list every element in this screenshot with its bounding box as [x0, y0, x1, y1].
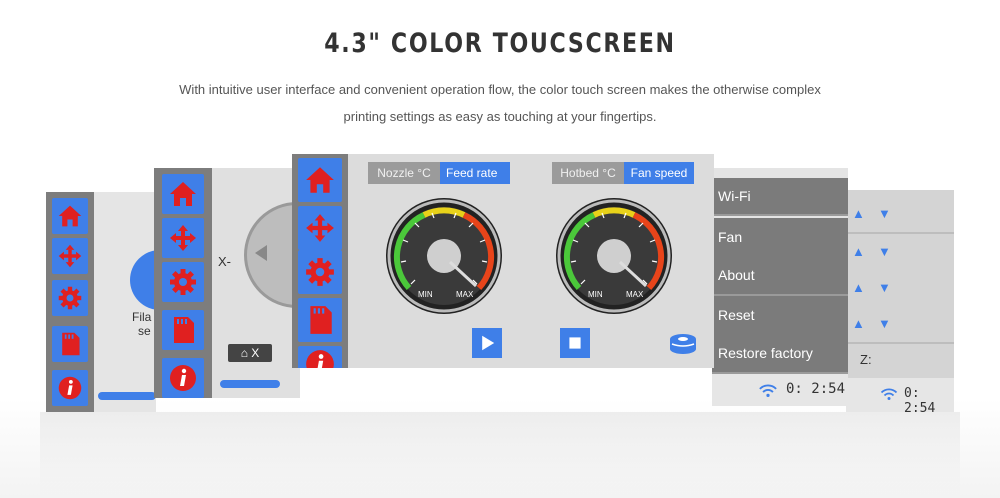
- gauge-dial: [384, 196, 504, 316]
- arrow-down-icon[interactable]: ▼: [878, 280, 891, 295]
- info-icon: [57, 375, 83, 401]
- fan-speed-gauge: MIN MAX: [554, 196, 674, 316]
- info-button[interactable]: [52, 370, 88, 406]
- settings-button[interactable]: [52, 280, 88, 316]
- jog-left-icon[interactable]: [255, 245, 267, 261]
- sd-card-button[interactable]: [162, 310, 204, 350]
- sd-card-button[interactable]: [52, 326, 88, 362]
- play-button[interactable]: [472, 328, 502, 358]
- axis-row: ▲ ▼: [846, 196, 954, 234]
- menu-item-restore-factory[interactable]: Restore factory: [712, 334, 848, 374]
- arrow-down-icon[interactable]: ▼: [878, 206, 891, 221]
- screen-main: Nozzle °C Feed rate Hotbed °C Fan speed …: [292, 154, 714, 368]
- move-button[interactable]: [162, 218, 204, 258]
- filament-button[interactable]: [130, 250, 156, 310]
- home-button[interactable]: [52, 198, 88, 234]
- menu-item-wifi[interactable]: Wi-Fi: [712, 178, 848, 216]
- move-button[interactable]: [298, 206, 342, 250]
- gear-icon: [304, 256, 336, 288]
- stop-button[interactable]: [560, 328, 590, 358]
- info-icon: [304, 348, 336, 368]
- gear-icon: [57, 285, 83, 311]
- move-icon: [304, 212, 336, 244]
- sd-card-icon: [57, 331, 83, 357]
- gear-icon: [168, 267, 198, 297]
- arrow-up-icon[interactable]: ▲: [852, 244, 865, 259]
- move-button[interactable]: [52, 238, 88, 274]
- sd-card-button[interactable]: [298, 298, 342, 342]
- status-bar: 0: 2:54: [712, 374, 848, 406]
- settings-button[interactable]: [162, 262, 204, 302]
- tab-fan-speed[interactable]: Fan speed: [624, 162, 694, 184]
- filament-label: Fila se: [132, 310, 152, 338]
- menu-item-about[interactable]: About: [712, 256, 848, 296]
- wifi-icon: [758, 384, 778, 397]
- arrow-up-icon[interactable]: ▲: [852, 206, 865, 221]
- status-bar: 0: 2:54: [846, 378, 954, 412]
- arrow-down-icon[interactable]: ▼: [878, 244, 891, 259]
- gauge-max-label: MAX: [456, 290, 474, 299]
- home-button[interactable]: [298, 158, 342, 202]
- sidebar: [292, 154, 348, 368]
- progress-slider[interactable]: [220, 380, 280, 388]
- tab-feed-rate[interactable]: Feed rate: [440, 162, 510, 184]
- screen-filament: Fila se: [46, 192, 156, 412]
- home-icon: [168, 179, 198, 209]
- move-icon: [57, 243, 83, 269]
- z-label: Z:: [860, 352, 872, 367]
- wifi-icon: [880, 388, 898, 400]
- menu-item-reset[interactable]: Reset: [712, 296, 848, 336]
- arrow-up-icon[interactable]: ▲: [852, 316, 865, 331]
- gauge-min-label: MIN: [588, 290, 603, 299]
- axis-label: X-: [218, 254, 231, 269]
- axis-row: ▲ ▼: [846, 234, 954, 272]
- screen-axes: ▲ ▼ ▲ ▼ ▲ ▼ ▲ ▼ Z: 0: 2:54: [846, 190, 954, 412]
- page-title: 4.3" COLOR TOUCSCREEN: [324, 28, 676, 59]
- feed-rate-gauge: MIN MAX: [384, 196, 504, 316]
- tab-nozzle-temp[interactable]: Nozzle °C: [368, 162, 440, 184]
- page-subtitle-line1: With intuitive user interface and conven…: [179, 82, 821, 97]
- sd-card-icon: [304, 304, 336, 336]
- axis-row: ▲ ▼: [846, 270, 954, 308]
- sd-card-icon: [168, 315, 198, 345]
- progress-slider[interactable]: [98, 392, 156, 400]
- tab-hotbed-temp[interactable]: Hotbed °C: [552, 162, 624, 184]
- sidebar: [154, 168, 212, 398]
- home-icon: ⌂: [240, 346, 248, 360]
- settings-button[interactable]: [298, 250, 342, 294]
- home-x-button[interactable]: ⌂ X: [228, 344, 272, 362]
- time-readout: 0: 2:54: [786, 381, 846, 397]
- menu-item-fan[interactable]: Fan: [712, 218, 848, 258]
- floor-reflection: [40, 412, 960, 498]
- home-button[interactable]: [162, 174, 204, 214]
- screen-move: X- ⌂ X: [154, 168, 300, 398]
- axis-row: ▲ ▼: [846, 306, 954, 344]
- play-icon: [475, 331, 499, 355]
- home-icon: [57, 203, 83, 229]
- time-readout: 0: 2:54: [904, 386, 936, 412]
- screen-settings: Wi-Fi Fan About Reset Restore factory 0:…: [712, 168, 848, 406]
- move-icon: [168, 223, 198, 253]
- home-icon: [304, 164, 336, 196]
- page-subtitle-line2: printing settings as easy as touching at…: [343, 109, 657, 124]
- info-icon: [168, 363, 198, 393]
- gauge-dial: [554, 196, 674, 316]
- arrow-up-icon[interactable]: ▲: [852, 280, 865, 295]
- info-button[interactable]: [162, 358, 204, 398]
- sidebar: [46, 192, 94, 412]
- gauge-max-label: MAX: [626, 290, 644, 299]
- arrow-down-icon[interactable]: ▼: [878, 316, 891, 331]
- info-button[interactable]: [298, 346, 342, 368]
- gauge-min-label: MIN: [418, 290, 433, 299]
- filament-spool-icon[interactable]: [668, 332, 698, 361]
- stop-icon: [563, 331, 587, 355]
